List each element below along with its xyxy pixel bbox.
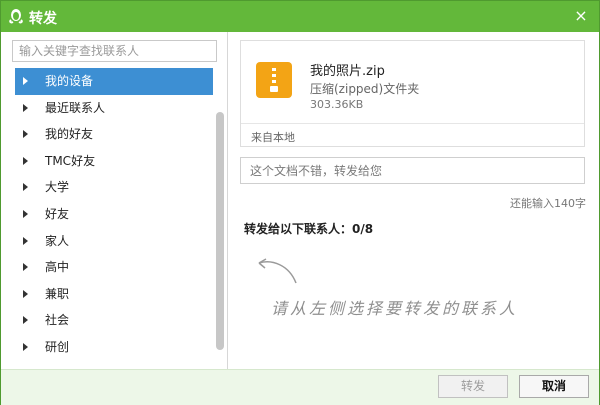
remaining-characters: 还能输入140字 xyxy=(510,197,586,210)
window-title: 转发 xyxy=(29,11,57,27)
expand-arrow-icon[interactable] xyxy=(23,316,28,325)
tree-item-label: 家人 xyxy=(45,233,70,248)
tree-item-society[interactable]: 社会 xyxy=(15,307,213,334)
tree-item-part-time[interactable]: 兼职 xyxy=(15,281,213,308)
tree-item-label: 高中 xyxy=(45,260,70,275)
expand-arrow-icon[interactable] xyxy=(23,130,28,139)
tree-item-label: 好友 xyxy=(45,206,70,221)
tree-item-family[interactable]: 家人 xyxy=(15,228,213,255)
zipper-pull-icon xyxy=(270,86,278,92)
expand-arrow-icon[interactable] xyxy=(23,156,28,165)
expand-arrow-icon[interactable] xyxy=(23,289,28,298)
tree-item-friends[interactable]: 好友 xyxy=(15,201,213,228)
title-bar[interactable]: 转发 × xyxy=(1,1,599,32)
file-name: 我的照片.zip xyxy=(310,64,385,79)
tree-item-label: TMC好友 xyxy=(45,153,96,168)
file-size: 303.36KB xyxy=(310,98,364,111)
tree-item-label: 最近联系人 xyxy=(45,100,106,115)
forward-dialog: 转发 × 我的设备 最近联系人 我的好友 TMC好友 大学 好友 家人 高中 兼… xyxy=(0,0,600,405)
scrollbar-thumb[interactable] xyxy=(216,112,224,350)
contact-search-input[interactable] xyxy=(12,40,217,62)
tree-item-research[interactable]: 研创 xyxy=(15,334,213,356)
close-button[interactable]: × xyxy=(572,7,590,25)
dialog-footer xyxy=(1,369,599,405)
tree-item-tmc-friends[interactable]: TMC好友 xyxy=(15,148,213,175)
contact-panel: 我的设备 最近联系人 我的好友 TMC好友 大学 好友 家人 高中 兼职 社会 … xyxy=(1,32,228,369)
file-attachment-card: 我的照片.zip 压缩(zipped)文件夹 303.36KB 来自本地 xyxy=(240,40,585,147)
contact-scrollbar[interactable] xyxy=(215,68,224,356)
zip-folder-icon xyxy=(256,62,292,98)
tree-item-my-friends[interactable]: 我的好友 xyxy=(15,121,213,148)
message-input[interactable] xyxy=(240,157,585,184)
expand-arrow-icon[interactable] xyxy=(23,209,28,218)
selected-contacts-counter: 转发给以下联系人：0/8 xyxy=(244,222,374,236)
zipper-icon xyxy=(272,68,276,88)
file-type: 压缩(zipped)文件夹 xyxy=(310,82,420,96)
expand-arrow-icon[interactable] xyxy=(23,77,28,85)
tree-item-my-devices[interactable]: 我的设备 xyxy=(15,68,213,95)
tree-item-label: 我的设备 xyxy=(45,74,94,88)
expand-arrow-icon[interactable] xyxy=(23,263,28,272)
expand-arrow-icon[interactable] xyxy=(23,183,28,192)
tree-item-label: 研创 xyxy=(45,339,70,354)
tree-item-recent-contacts[interactable]: 最近联系人 xyxy=(15,95,213,122)
selection-hint: 请从左侧选择要转发的联系人 xyxy=(271,299,519,318)
card-divider xyxy=(241,123,584,124)
tree-item-university[interactable]: 大学 xyxy=(15,174,213,201)
curved-arrow-icon xyxy=(258,258,297,284)
tree-item-label: 社会 xyxy=(45,313,70,328)
tree-item-label: 兼职 xyxy=(45,286,70,301)
file-source: 来自本地 xyxy=(251,131,295,144)
expand-arrow-icon[interactable] xyxy=(23,342,28,351)
tree-item-high-school[interactable]: 高中 xyxy=(15,254,213,281)
forward-button[interactable]: 转发 xyxy=(438,375,508,398)
expand-arrow-icon[interactable] xyxy=(23,103,28,112)
tree-item-label: 大学 xyxy=(45,180,70,195)
contact-tree: 我的设备 最近联系人 我的好友 TMC好友 大学 好友 家人 高中 兼职 社会 … xyxy=(15,68,213,356)
cancel-button[interactable]: 取消 xyxy=(519,375,589,398)
penguin-icon xyxy=(9,9,23,24)
tree-item-label: 我的好友 xyxy=(45,127,94,142)
expand-arrow-icon[interactable] xyxy=(23,236,28,245)
